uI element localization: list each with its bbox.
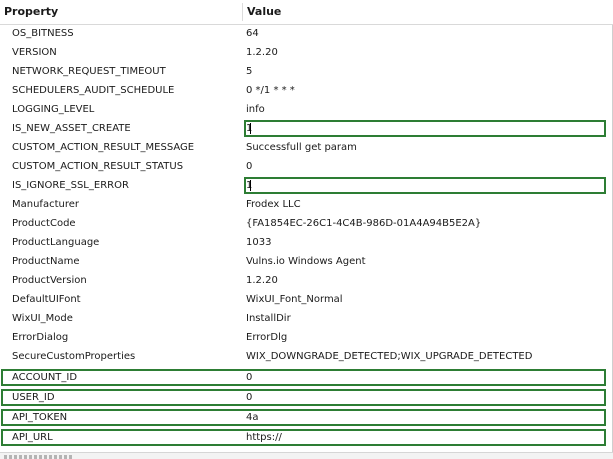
table-row[interactable]: ProductLanguage 1033 xyxy=(0,233,613,252)
property-name: USER_ID xyxy=(12,392,55,403)
property-value[interactable]: 0 xyxy=(246,157,252,176)
property-name: API_TOKEN xyxy=(12,412,68,423)
table-row[interactable]: LOGGING_LEVEL info xyxy=(0,100,613,119)
column-header-value[interactable]: Value xyxy=(247,0,281,24)
property-value[interactable]: info xyxy=(246,100,265,119)
highlight-box xyxy=(1,369,606,386)
property-name: CUSTOM_ACTION_RESULT_STATUS xyxy=(12,161,184,172)
property-value[interactable]: ErrorDlg xyxy=(246,328,287,347)
property-value[interactable]: 4a xyxy=(246,408,259,427)
status-strip-fragment xyxy=(4,455,74,459)
highlight-box xyxy=(1,409,606,426)
property-value[interactable]: 1.2.20 xyxy=(246,43,278,62)
table-row[interactable]: CUSTOM_ACTION_RESULT_MESSAGE Successfull… xyxy=(0,138,613,157)
property-name: ProductName xyxy=(12,256,80,267)
property-value[interactable]: WIX_DOWNGRADE_DETECTED;WIX_UPGRADE_DETEC… xyxy=(246,347,532,366)
property-name: ProductCode xyxy=(12,218,76,229)
property-name: Manufacturer xyxy=(12,199,79,210)
table-row[interactable]: SecureCustomProperties WIX_DOWNGRADE_DET… xyxy=(0,347,613,366)
property-value[interactable]: 0 */1 * * * xyxy=(246,81,295,100)
table-row[interactable]: DefaultUIFont WixUI_Font_Normal xyxy=(0,290,613,309)
table-row[interactable]: Manufacturer Frodex LLC xyxy=(0,195,613,214)
property-grid: Property Value OS_BITNESS 64 VERSION 1.2… xyxy=(0,0,613,452)
property-value[interactable]: WixUI_Font_Normal xyxy=(246,290,343,309)
property-name: ACCOUNT_ID xyxy=(12,372,78,383)
property-name: OS_BITNESS xyxy=(12,28,74,39)
table-row[interactable]: ProductName Vulns.io Windows Agent xyxy=(0,252,613,271)
highlight-box xyxy=(1,389,606,406)
property-value[interactable]: Frodex LLC xyxy=(246,195,301,214)
property-name: LOGGING_LEVEL xyxy=(12,104,95,115)
table-row[interactable]: WixUI_Mode InstallDir xyxy=(0,309,613,328)
highlight-box xyxy=(1,429,606,446)
table-row-is-new-asset-create[interactable]: IS_NEW_ASSET_CREATE 1 xyxy=(0,119,613,138)
property-value[interactable]: https:// xyxy=(246,428,282,447)
highlight-box xyxy=(244,177,606,194)
table-row[interactable]: ProductCode {FA1854EC-26C1-4C4B-986D-01A… xyxy=(0,214,613,233)
property-name: CUSTOM_ACTION_RESULT_MESSAGE xyxy=(12,142,195,153)
column-divider[interactable] xyxy=(242,3,243,21)
property-name: SCHEDULERS_AUDIT_SCHEDULE xyxy=(12,85,175,96)
table-row[interactable]: CUSTOM_ACTION_RESULT_STATUS 0 xyxy=(0,157,613,176)
property-name: DefaultUIFont xyxy=(12,294,81,305)
highlight-box xyxy=(244,120,606,137)
property-name: ProductLanguage xyxy=(12,237,100,248)
table-row[interactable]: VERSION 1.2.20 xyxy=(0,43,613,62)
table-row-api-token[interactable]: API_TOKEN 4a xyxy=(0,408,613,427)
property-value[interactable]: 0 xyxy=(246,388,252,407)
property-value[interactable]: 1033 xyxy=(246,233,271,252)
property-name: NETWORK_REQUEST_TIMEOUT xyxy=(12,66,166,77)
table-row[interactable]: NETWORK_REQUEST_TIMEOUT 5 xyxy=(0,62,613,81)
property-value[interactable]: 0 xyxy=(246,368,252,387)
table-row-api-url[interactable]: API_URL https:// xyxy=(0,428,613,447)
property-value[interactable]: InstallDir xyxy=(246,309,291,328)
table-row-is-ignore-ssl-error[interactable]: IS_IGNORE_SSL_ERROR 1 xyxy=(0,176,613,195)
table-row[interactable]: ErrorDialog ErrorDlg xyxy=(0,328,613,347)
column-header-property[interactable]: Property xyxy=(4,0,58,24)
property-name: WixUI_Mode xyxy=(12,313,73,324)
property-name: ProductVersion xyxy=(12,275,87,286)
table-row[interactable]: SCHEDULERS_AUDIT_SCHEDULE 0 */1 * * * xyxy=(0,81,613,100)
property-value[interactable]: Vulns.io Windows Agent xyxy=(246,252,366,271)
table-row[interactable]: OS_BITNESS 64 xyxy=(0,24,613,43)
text-cursor xyxy=(250,123,251,134)
property-name: ErrorDialog xyxy=(12,332,69,343)
property-value[interactable]: Successfull get param xyxy=(246,138,357,157)
property-name: IS_NEW_ASSET_CREATE xyxy=(12,123,131,134)
property-name: SecureCustomProperties xyxy=(12,351,136,362)
table-row-user-id[interactable]: USER_ID 0 xyxy=(0,388,613,407)
property-name: API_URL xyxy=(12,432,53,443)
property-value[interactable]: {FA1854EC-26C1-4C4B-986D-01A4A94B5E2A} xyxy=(246,214,481,233)
table-row-account-id[interactable]: ACCOUNT_ID 0 xyxy=(0,368,613,387)
property-name: IS_IGNORE_SSL_ERROR xyxy=(12,180,129,191)
text-cursor xyxy=(250,180,251,191)
property-value[interactable]: 64 xyxy=(246,24,259,43)
table-header: Property Value xyxy=(0,0,613,25)
status-strip xyxy=(0,452,613,459)
property-value[interactable]: 1.2.20 xyxy=(246,271,278,290)
property-name: VERSION xyxy=(12,47,57,58)
property-value[interactable]: 5 xyxy=(246,62,252,81)
table-row[interactable]: ProductVersion 1.2.20 xyxy=(0,271,613,290)
